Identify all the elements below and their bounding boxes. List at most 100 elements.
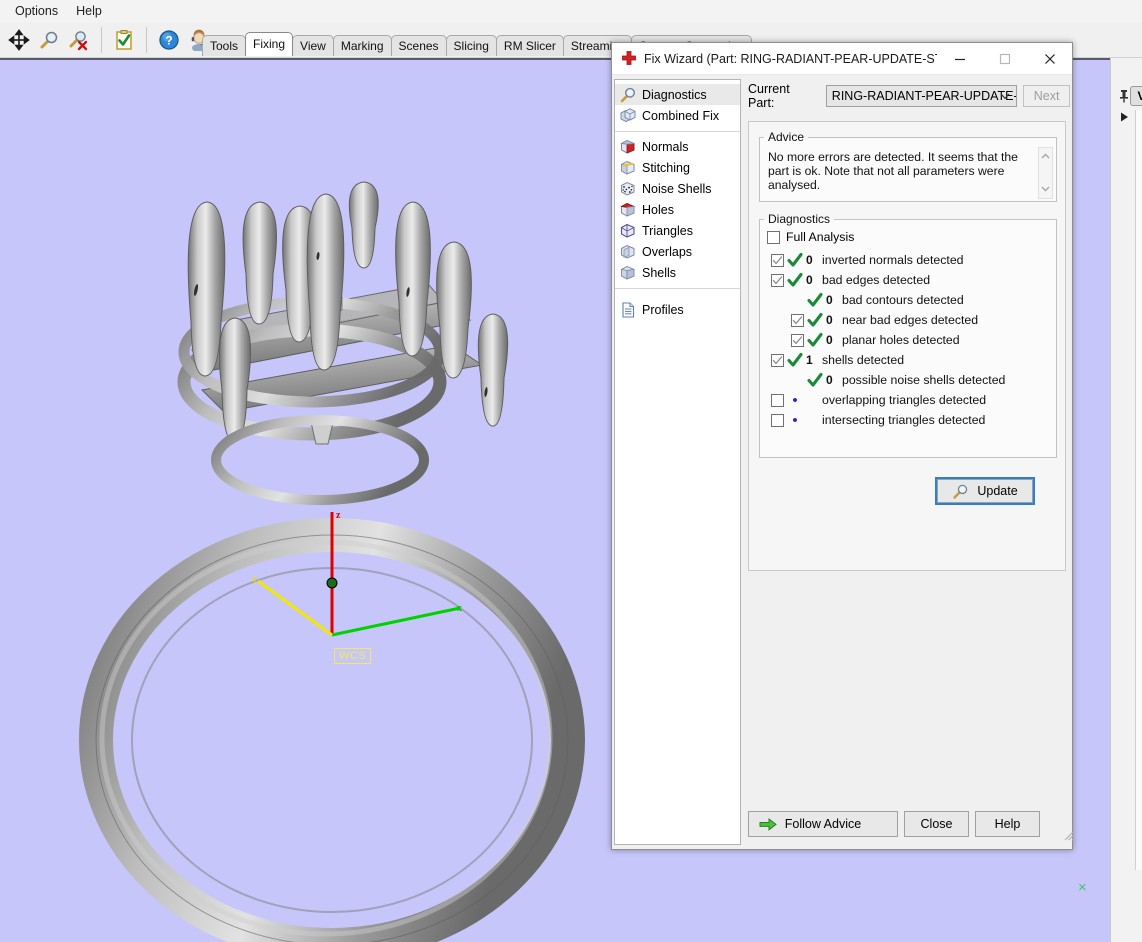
checklist-icon[interactable] bbox=[109, 25, 139, 55]
toolbar-group-check bbox=[105, 24, 143, 56]
triangles-cube-icon bbox=[619, 222, 637, 240]
advice-scrollbar[interactable] bbox=[1038, 147, 1053, 199]
full-analysis-row[interactable]: Full Analysis bbox=[767, 230, 1056, 244]
menu-item-options[interactable]: Options bbox=[6, 2, 67, 20]
toolbar-separator-1 bbox=[101, 27, 102, 53]
nav-item-profiles[interactable]: Profiles bbox=[615, 299, 740, 320]
diagnostics-row-checkbox[interactable] bbox=[791, 314, 804, 327]
zoom-in-icon[interactable] bbox=[34, 25, 64, 55]
diagnostics-row-checkbox[interactable] bbox=[771, 274, 784, 287]
full-analysis-checkbox[interactable] bbox=[767, 231, 780, 244]
diagnostics-row-checkbox[interactable] bbox=[771, 414, 784, 427]
diagnostics-row: 0possible noise shells detected bbox=[760, 370, 1056, 390]
green-check-icon bbox=[784, 252, 806, 268]
nav-section-profiles: Profiles bbox=[615, 288, 740, 325]
diagnostics-row-checkbox-slot bbox=[770, 394, 784, 407]
dock-tab-view[interactable]: V bbox=[1130, 86, 1142, 106]
blue-dot-icon: • bbox=[784, 393, 806, 408]
green-check-icon bbox=[784, 272, 806, 288]
diagnostics-row-checkbox[interactable] bbox=[771, 254, 784, 267]
minimize-button[interactable] bbox=[937, 43, 982, 74]
diagnostics-row-checkbox-slot bbox=[790, 314, 804, 327]
magnifier-icon bbox=[952, 483, 969, 500]
collapse-arrow-icon[interactable] bbox=[1117, 110, 1131, 124]
tab-view[interactable]: View bbox=[292, 35, 334, 56]
diagnostics-row-checkbox-slot bbox=[770, 254, 784, 267]
nav-item-label: Profiles bbox=[642, 303, 684, 317]
current-part-select[interactable]: RING-RADIANT-PEAR-UPDATE-ST bbox=[826, 85, 1017, 107]
green-check-icon bbox=[804, 332, 826, 348]
zoom-reset-icon[interactable] bbox=[64, 25, 94, 55]
current-part-row: Current Part: RING-RADIANT-PEAR-UPDATE-S… bbox=[748, 85, 1070, 107]
nav-item-triangles[interactable]: Triangles bbox=[615, 220, 740, 241]
diagnostics-row-checkbox[interactable] bbox=[771, 394, 784, 407]
close-dialog-button[interactable]: Close bbox=[904, 811, 969, 837]
update-button[interactable]: Update bbox=[937, 479, 1033, 503]
normals-cube-icon bbox=[619, 138, 637, 156]
axis-label-z: z bbox=[336, 510, 340, 521]
dock-panel-edge bbox=[1135, 110, 1142, 870]
diagnostics-row-count: 0 bbox=[806, 273, 822, 287]
application-window: Options Help bbox=[0, 0, 1142, 942]
nav-item-diagnostics[interactable]: Diagnostics bbox=[615, 84, 740, 105]
nav-item-stitching[interactable]: Stitching bbox=[615, 157, 740, 178]
tab-slicing[interactable]: Slicing bbox=[446, 35, 497, 56]
diagnostics-row-label: planar holes detected bbox=[842, 333, 1056, 347]
nav-item-overlaps[interactable]: Overlaps bbox=[615, 241, 740, 262]
nav-section-fixes: Normals Stitching bbox=[615, 131, 740, 288]
nav-item-label: Triangles bbox=[642, 224, 693, 238]
close-button[interactable] bbox=[1027, 43, 1072, 74]
nav-item-label: Noise Shells bbox=[642, 182, 711, 196]
stitching-cube-icon bbox=[619, 159, 637, 177]
tab-rm-slicer[interactable]: RM Slicer bbox=[496, 35, 564, 56]
tab-scenes[interactable]: Scenes bbox=[391, 35, 447, 56]
help-button[interactable]: Help bbox=[975, 811, 1040, 837]
pan-move-icon[interactable] bbox=[4, 25, 34, 55]
diagnostics-row-label: bad contours detected bbox=[842, 293, 1056, 307]
diagnostics-group: Diagnostics Full Analysis 0inverted norm… bbox=[759, 212, 1057, 458]
nav-item-label: Holes bbox=[642, 203, 674, 217]
menu-item-help[interactable]: Help bbox=[67, 2, 111, 20]
tab-marking[interactable]: Marking bbox=[333, 35, 392, 56]
red-cross-icon bbox=[620, 50, 638, 68]
nav-item-noise-shells[interactable]: Noise Shells bbox=[615, 178, 740, 199]
diagnostics-row: 0inverted normals detected bbox=[760, 250, 1056, 270]
nav-item-label: Stitching bbox=[642, 161, 690, 175]
diagnostics-row-checkbox[interactable] bbox=[791, 334, 804, 347]
magnifier-icon bbox=[619, 86, 637, 104]
diagnostics-row-label: overlapping triangles detected bbox=[822, 393, 1056, 407]
tab-tools[interactable]: Tools bbox=[202, 35, 246, 56]
resize-grip[interactable] bbox=[1061, 828, 1074, 841]
nav-item-normals[interactable]: Normals bbox=[615, 136, 740, 157]
diagnostics-row-label: possible noise shells detected bbox=[842, 373, 1056, 387]
follow-advice-button[interactable]: Follow Advice bbox=[748, 811, 898, 837]
scroll-up-icon[interactable] bbox=[1040, 150, 1051, 164]
next-button[interactable]: Next bbox=[1023, 85, 1070, 107]
wizard-nav: Diagnostics Combined Fix bbox=[614, 79, 741, 845]
viewport-marker: × bbox=[1078, 880, 1087, 895]
overlaps-cube-icon bbox=[619, 243, 637, 261]
diagnostics-row-count: 0 bbox=[826, 373, 842, 387]
diagnostics-row-count: 0 bbox=[806, 253, 822, 267]
diagnostics-row: • overlapping triangles detected bbox=[760, 390, 1056, 410]
diagnostics-row: 0near bad edges detected bbox=[760, 310, 1056, 330]
blue-dot-icon: • bbox=[784, 413, 806, 428]
nav-item-shells[interactable]: Shells bbox=[615, 262, 740, 283]
diagnostics-row-count: 0 bbox=[826, 333, 842, 347]
nav-item-label: Overlaps bbox=[642, 245, 692, 259]
green-check-icon bbox=[804, 372, 826, 388]
scroll-down-icon[interactable] bbox=[1040, 182, 1051, 196]
diagnostics-row-checkbox[interactable] bbox=[771, 354, 784, 367]
nav-item-combined-fix[interactable]: Combined Fix bbox=[615, 105, 740, 126]
chevron-down-icon bbox=[999, 90, 1011, 105]
advice-text: No more errors are detected. It seems th… bbox=[768, 150, 1026, 192]
help-question-icon[interactable]: ? bbox=[154, 25, 184, 55]
diagnostics-row: 0bad edges detected bbox=[760, 270, 1056, 290]
dialog-title-bar[interactable]: Fix Wizard (Part: RING-RADIANT-PEAR-UPDA… bbox=[612, 43, 1072, 75]
nav-item-holes[interactable]: Holes bbox=[615, 199, 740, 220]
maximize-button[interactable] bbox=[982, 43, 1027, 74]
stacked-boxes-icon bbox=[619, 107, 637, 125]
noise-shells-cube-icon bbox=[619, 180, 637, 198]
menu-bar: Options Help bbox=[0, 0, 1142, 22]
tab-fixing[interactable]: Fixing bbox=[245, 32, 293, 56]
